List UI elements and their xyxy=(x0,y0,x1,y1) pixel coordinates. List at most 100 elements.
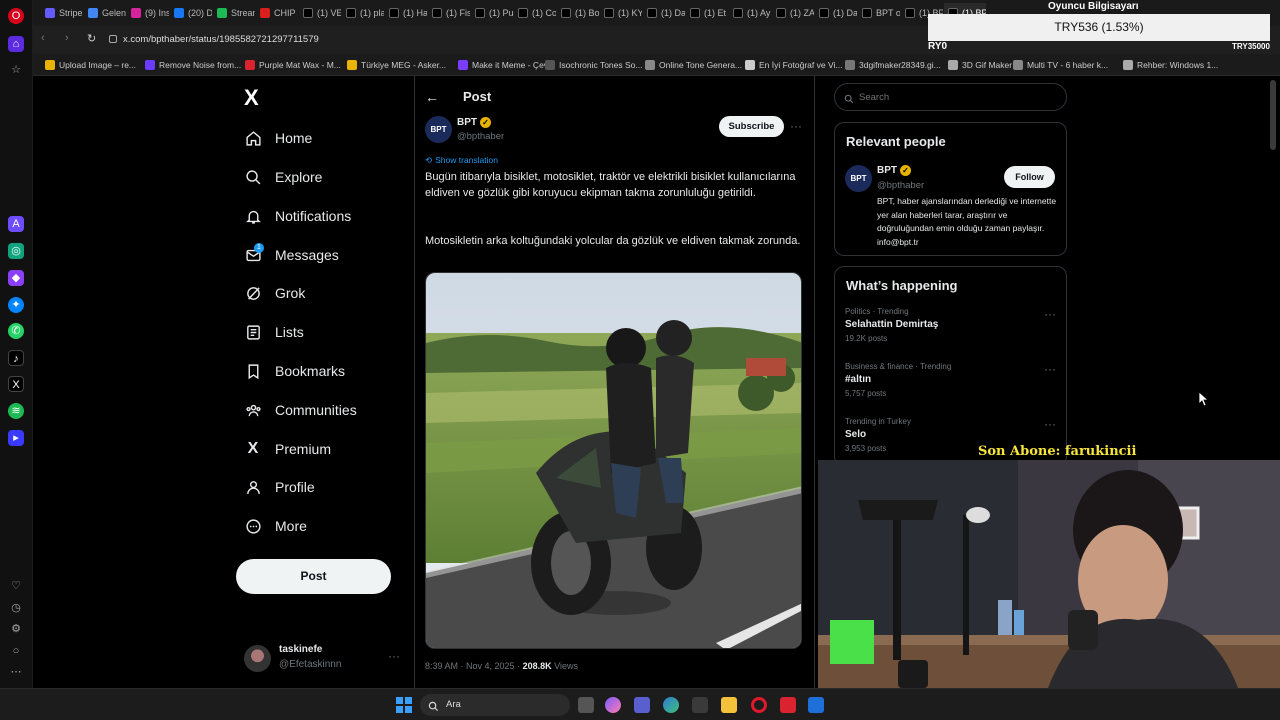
bookmark-item[interactable]: Rehber: Windows 1... xyxy=(1123,57,1218,73)
star-icon[interactable]: ☆ xyxy=(8,62,24,78)
author-handle[interactable]: @bpthaber xyxy=(457,131,504,142)
nav-home[interactable]: Home xyxy=(244,124,312,152)
browser-tab[interactable]: (1) KY xyxy=(600,3,642,23)
nav-profile[interactable]: Profile xyxy=(244,473,315,501)
nav-lists[interactable]: Lists xyxy=(244,318,304,346)
tweet-time[interactable]: 8:39 AM · Nov 4, 2025 · xyxy=(425,661,520,671)
search-input[interactable] xyxy=(859,89,1059,105)
browser-tab[interactable]: (1) ZA xyxy=(772,3,814,23)
page-scrollbar[interactable] xyxy=(1270,80,1276,150)
tiktok-icon[interactable]: ♪ xyxy=(8,350,24,366)
copilot-icon[interactable] xyxy=(605,697,621,713)
bookmark-item[interactable]: En İyi Fotoğraf ve Vi... xyxy=(745,57,842,73)
reload-icon[interactable]: ↻ xyxy=(87,32,96,45)
task-view-icon[interactable] xyxy=(578,697,594,713)
settings-icon[interactable]: ⚙ xyxy=(8,621,24,637)
browser-tab[interactable]: (20) D xyxy=(170,3,212,23)
browser-tab[interactable]: (1) Ay xyxy=(729,3,771,23)
browser-tab[interactable]: (1) Ha xyxy=(385,3,427,23)
nav-notifications[interactable]: Notifications xyxy=(244,202,351,230)
browser-tab[interactable]: (1) VE xyxy=(299,3,341,23)
browser-tab[interactable]: (1) Pu xyxy=(471,3,513,23)
edge-icon[interactable] xyxy=(663,697,679,713)
more-icon[interactable]: ⋯ xyxy=(8,664,24,680)
show-translation-link[interactable]: ⟲ Show translation xyxy=(425,155,498,166)
bookmark-item[interactable]: Upload Image – re... xyxy=(45,57,136,73)
nav-bookmarks[interactable]: Bookmarks xyxy=(244,357,345,385)
bookmark-item[interactable]: 3D Gif Maker xyxy=(948,57,1012,73)
teams-icon[interactable] xyxy=(634,697,650,713)
bookmark-item[interactable]: Purple Mat Wax - M... xyxy=(245,57,341,73)
browser-tab[interactable]: (1) Da xyxy=(643,3,685,23)
nav-premium[interactable]: X Premium xyxy=(244,435,331,463)
follow-button[interactable]: Follow xyxy=(1004,166,1055,188)
messenger-icon[interactable]: ✦ xyxy=(8,297,24,313)
spotify-icon[interactable]: ≋ xyxy=(8,403,24,419)
browser-tab[interactable]: (1) Bo xyxy=(557,3,599,23)
bulb-icon[interactable]: ○ xyxy=(8,643,24,659)
nav-explore[interactable]: Explore xyxy=(244,163,322,191)
account-more-icon[interactable]: ··· xyxy=(388,649,400,663)
nav-messages[interactable]: 1 Messages xyxy=(244,241,339,269)
bookmark-item[interactable]: Make it Meme - Çev... xyxy=(458,57,555,73)
url-field[interactable]: x.com/bpthaber/status/198558272129771157… xyxy=(113,30,1013,50)
trend-item[interactable]: Politics · Trending Selahattin Demirtaş … xyxy=(845,307,1060,349)
trend-more-icon[interactable]: ··· xyxy=(1044,417,1056,431)
browser-tab[interactable]: BPT or xyxy=(858,3,900,23)
relevant-name-row[interactable]: BPT ✓ xyxy=(877,165,911,176)
author-name-row[interactable]: BPT ✓ xyxy=(457,117,491,128)
browser-tab[interactable]: Gelen xyxy=(84,3,126,23)
browser-tab[interactable]: CHIP C xyxy=(256,3,298,23)
player-icon[interactable]: ▸ xyxy=(8,430,24,446)
file-explorer-icon[interactable] xyxy=(721,697,737,713)
chatgpt-icon[interactable]: ◎ xyxy=(8,243,24,259)
browser-tab[interactable]: (9) Ins xyxy=(127,3,169,23)
app-taskbar-icon[interactable] xyxy=(780,697,796,713)
bookmark-item[interactable]: 3dgifmaker28349.gi... xyxy=(845,57,941,73)
heart-icon[interactable]: ♡ xyxy=(8,578,24,594)
nav-grok[interactable]: Grok xyxy=(244,279,305,307)
trend-more-icon[interactable]: ··· xyxy=(1044,307,1056,321)
browser-tab[interactable]: (1) Da xyxy=(815,3,857,23)
trend-more-icon[interactable]: ··· xyxy=(1044,362,1056,376)
nav-communities[interactable]: Communities xyxy=(244,396,357,424)
browser-tab[interactable]: (1) Co xyxy=(514,3,556,23)
post-button[interactable]: Post xyxy=(236,559,391,594)
store-icon[interactable] xyxy=(692,697,708,713)
taskbar-search[interactable]: Ara xyxy=(420,694,570,716)
aria-icon[interactable]: A xyxy=(8,216,24,232)
account-switcher[interactable]: taskinefe @Efetaskinnn ··· xyxy=(244,643,404,675)
bookmark-item[interactable]: Isochronic Tones So... xyxy=(545,57,642,73)
bookmark-item[interactable]: Türkiye MEG - Asker... xyxy=(347,57,446,73)
home-icon[interactable]: ⌂ xyxy=(8,36,24,52)
browser-tab[interactable]: Stripe xyxy=(41,3,83,23)
browser-tab[interactable]: (1) Fis xyxy=(428,3,470,23)
opera-taskbar-icon[interactable] xyxy=(751,697,767,713)
relevant-avatar[interactable]: BPT xyxy=(845,165,872,192)
search-box[interactable] xyxy=(834,83,1067,111)
bookmark-item[interactable]: Multi TV - 6 haber k... xyxy=(1013,57,1108,73)
trend-item[interactable]: Business & finance · Trending #altın 5,7… xyxy=(845,362,1060,404)
tweet-media-image[interactable] xyxy=(425,272,802,649)
x-icon[interactable]: X xyxy=(8,376,24,392)
subscribe-button[interactable]: Subscribe xyxy=(719,116,784,137)
app-taskbar-icon[interactable] xyxy=(808,697,824,713)
nav-more[interactable]: More xyxy=(244,512,307,540)
back-icon[interactable]: ‹ xyxy=(41,32,45,44)
back-arrow-icon[interactable]: ← xyxy=(425,89,439,105)
opera-logo-icon[interactable]: O xyxy=(8,8,24,24)
forward-icon[interactable]: › xyxy=(65,32,69,44)
author-avatar[interactable]: BPT xyxy=(425,116,452,143)
app-icon[interactable]: ◆ xyxy=(8,270,24,286)
x-logo-icon[interactable]: X xyxy=(244,87,264,109)
browser-tab[interactable]: Stream xyxy=(213,3,255,23)
windows-start-icon[interactable] xyxy=(396,697,412,713)
bookmark-item[interactable]: Online Tone Genera... xyxy=(645,57,742,73)
history-icon[interactable]: ◷ xyxy=(8,600,24,616)
post-more-icon[interactable]: ··· xyxy=(790,119,802,133)
whatsapp-icon[interactable]: ✆ xyxy=(8,323,24,339)
relevant-handle[interactable]: @bpthaber xyxy=(877,180,924,191)
bookmark-item[interactable]: Remove Noise from... xyxy=(145,57,241,73)
browser-tab[interactable]: (1) Et xyxy=(686,3,728,23)
browser-tab[interactable]: (1) pla xyxy=(342,3,384,23)
